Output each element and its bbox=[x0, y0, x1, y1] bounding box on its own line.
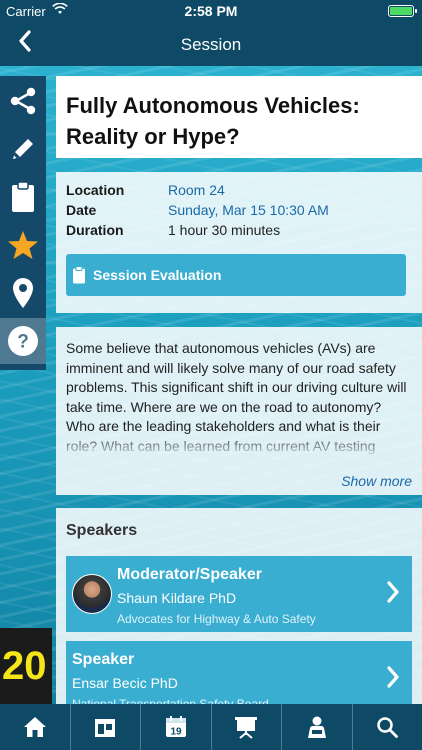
speaker-person-icon bbox=[307, 716, 326, 738]
background-year-graphic: 20 bbox=[0, 628, 52, 704]
share-icon bbox=[10, 87, 36, 115]
avatar bbox=[72, 574, 112, 614]
session-description: Some believe that autonomous vehicles (A… bbox=[66, 340, 407, 454]
date-row: Date Sunday, Mar 15 10:30 AM bbox=[66, 202, 412, 222]
tab-exhibitors[interactable] bbox=[71, 704, 141, 750]
favorite-button[interactable] bbox=[0, 222, 46, 268]
session-title: Fully Autonomous Vehicles: Reality or Hy… bbox=[66, 93, 360, 149]
location-link[interactable]: Room 24 bbox=[168, 182, 225, 198]
tab-home[interactable] bbox=[0, 704, 71, 750]
session-description-card: Some believe that autonomous vehicles (A… bbox=[56, 327, 422, 495]
home-icon bbox=[23, 717, 46, 737]
speaker-role: Speaker bbox=[72, 651, 135, 668]
speakers-heading: Speakers bbox=[66, 522, 138, 539]
top-bar: Carrier 2:58 PM Session bbox=[0, 0, 422, 66]
notes-button[interactable] bbox=[0, 126, 46, 172]
handouts-button[interactable] bbox=[0, 174, 46, 220]
tab-schedule[interactable]: 19 bbox=[141, 704, 212, 750]
duration-row: Duration 1 hour 30 minutes bbox=[66, 222, 412, 242]
calendar-icon: 19 bbox=[165, 716, 186, 738]
status-bar: Carrier 2:58 PM bbox=[0, 0, 422, 22]
status-time: 2:58 PM bbox=[184, 3, 238, 19]
speaker-name: Ensar Becic PhD bbox=[72, 675, 178, 691]
action-sidebar: ? bbox=[0, 76, 46, 370]
session-evaluation-label: Session Evaluation bbox=[93, 267, 222, 283]
date-label: Date bbox=[66, 202, 97, 218]
svg-text:?: ? bbox=[17, 332, 29, 353]
star-icon bbox=[8, 231, 38, 259]
speakers-card: Speakers Moderator/Speaker Shaun Kildare… bbox=[56, 508, 422, 717]
share-button[interactable] bbox=[0, 78, 46, 124]
search-icon bbox=[377, 717, 399, 738]
navigation-bar: Session bbox=[0, 22, 422, 66]
help-icon: ? bbox=[8, 326, 38, 356]
location-button[interactable] bbox=[0, 270, 46, 316]
session-evaluation-button[interactable]: Session Evaluation bbox=[66, 254, 406, 296]
session-info-card: Location Room 24 Date Sunday, Mar 15 10:… bbox=[56, 172, 422, 313]
date-link[interactable]: Sunday, Mar 15 10:30 AM bbox=[168, 202, 329, 218]
speaker-item[interactable]: Moderator/Speaker Shaun Kildare PhD Advo… bbox=[66, 556, 412, 632]
duration-label: Duration bbox=[66, 222, 124, 238]
tab-search[interactable] bbox=[353, 704, 422, 750]
bottom-tab-bar: 19 bbox=[0, 704, 422, 750]
speaker-role: Moderator/Speaker bbox=[117, 566, 262, 583]
help-button[interactable]: ? bbox=[0, 318, 46, 364]
show-more-link[interactable]: Show more bbox=[341, 473, 412, 489]
chevron-right-icon bbox=[387, 581, 399, 603]
calendar-day: 19 bbox=[170, 727, 182, 738]
duration-value: 1 hour 30 minutes bbox=[168, 222, 281, 238]
presentation-icon bbox=[235, 717, 258, 739]
clipboard-icon bbox=[73, 266, 85, 284]
tab-speakers[interactable] bbox=[282, 704, 353, 750]
map-pin-icon bbox=[13, 278, 33, 308]
speaker-organization: Advocates for Highway & Auto Safety bbox=[117, 612, 316, 626]
battery-icon bbox=[388, 5, 417, 17]
session-title-card: Fully Autonomous Vehicles: Reality or Hy… bbox=[56, 76, 422, 158]
location-label: Location bbox=[66, 182, 125, 198]
nav-title: Session bbox=[180, 35, 242, 54]
location-row: Location Room 24 bbox=[66, 182, 412, 202]
speaker-name: Shaun Kildare PhD bbox=[117, 590, 237, 606]
exhibitor-booth-icon bbox=[95, 719, 116, 737]
pencil-icon bbox=[13, 139, 33, 159]
tab-sessions[interactable] bbox=[212, 704, 282, 750]
clipboard-icon bbox=[12, 181, 34, 212]
chevron-right-icon bbox=[387, 666, 399, 688]
